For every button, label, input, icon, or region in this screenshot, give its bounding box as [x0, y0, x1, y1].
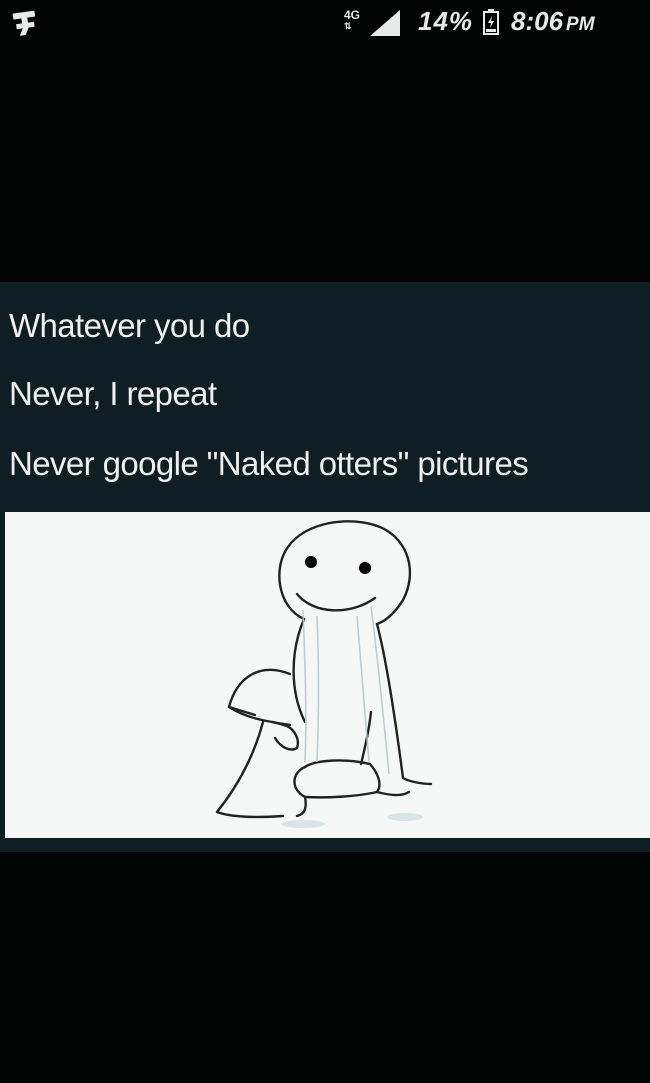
post-text-line: Never, I repeat [9, 375, 217, 412]
clock-time: 8:06 [511, 6, 564, 36]
phone-screen: 4G ⇅ 14% 8:06 PM Whatever you do Never, I… [0, 0, 650, 1083]
post-card: Whatever you do Never, I repeat Never go… [0, 282, 650, 852]
network-type-label: 4G [343, 8, 360, 22]
app-notification-icon [12, 10, 36, 36]
clock-ampm: PM [566, 14, 595, 35]
post-image [5, 512, 650, 838]
battery-icon [483, 9, 499, 35]
battery-percent: 14% [418, 6, 474, 36]
status-bar: 4G ⇅ 14% 8:06 PM [0, 0, 650, 48]
clock: 8:06 PM [511, 6, 595, 40]
network-activity-icon: ⇅ [344, 21, 352, 31]
crying-stick-figure-drawing [215, 520, 433, 828]
signal-icon [370, 10, 400, 36]
post-text-line: Never google "Naked otters" pictures [9, 445, 529, 482]
post-text-line: Whatever you do [9, 307, 250, 344]
